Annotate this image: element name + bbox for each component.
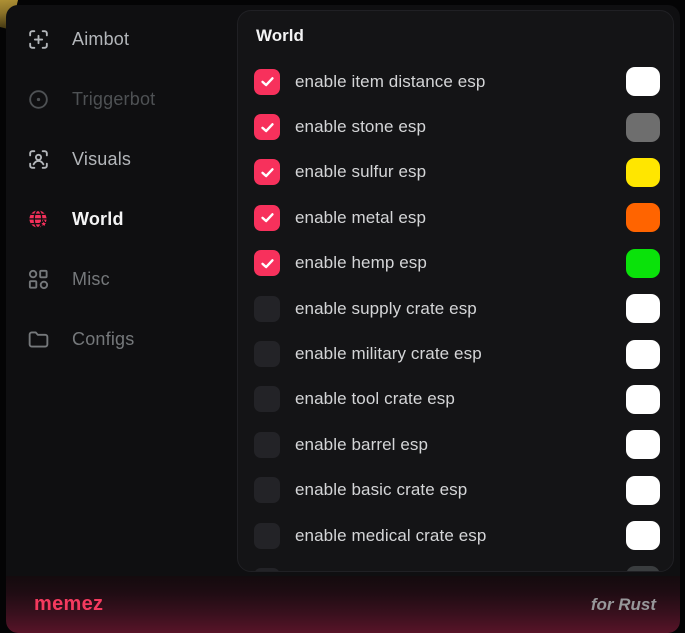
setting-checkbox[interactable]	[254, 568, 280, 572]
setting-row: enable barrel esp	[254, 422, 660, 467]
configs-icon	[25, 326, 51, 352]
misc-icon	[25, 266, 51, 292]
sidebar-item-label: Aimbot	[72, 29, 129, 50]
color-swatch[interactable]	[626, 294, 660, 323]
setting-checkbox[interactable]	[254, 432, 280, 458]
sidebar: Aimbot Triggerbot Visuals World Misc Con…	[6, 5, 237, 571]
panel-title: World	[256, 26, 660, 46]
color-swatch[interactable]	[626, 385, 660, 414]
setting-label: enable basic crate esp	[295, 480, 467, 500]
color-swatch[interactable]	[626, 430, 660, 459]
setting-label: enable tool crate esp	[295, 389, 455, 409]
sidebar-item-configs[interactable]: Configs	[6, 309, 237, 369]
world-icon	[25, 206, 51, 232]
setting-row: enable stone esp	[254, 104, 660, 149]
color-swatch[interactable]	[626, 521, 660, 550]
setting-checkbox[interactable]	[254, 159, 280, 185]
color-swatch[interactable]	[626, 158, 660, 187]
setting-checkbox[interactable]	[254, 341, 280, 367]
triggerbot-icon	[25, 86, 51, 112]
visuals-icon	[25, 146, 51, 172]
setting-row: enable hemp esp	[254, 241, 660, 286]
sidebar-item-label: Triggerbot	[72, 89, 155, 110]
setting-row: enable military crate esp	[254, 331, 660, 376]
sidebar-item-world[interactable]: World	[6, 189, 237, 249]
sidebar-item-label: Misc	[72, 269, 110, 290]
setting-label: enable supply crate esp	[295, 299, 477, 319]
setting-label: enable sulfur esp	[295, 162, 426, 182]
sidebar-item-misc[interactable]: Misc	[6, 249, 237, 309]
setting-row: enable tool crate esp	[254, 377, 660, 422]
setting-label: enable medical crate esp	[295, 526, 486, 546]
setting-label: enable barrel esp	[295, 435, 428, 455]
brand-tagline: for Rust	[591, 595, 656, 615]
settings-panel: World enable item distance esp enable st…	[237, 10, 674, 572]
setting-checkbox[interactable]	[254, 386, 280, 412]
setting-label: enable item distance esp	[295, 72, 485, 92]
setting-row: enable supply crate esp	[254, 286, 660, 331]
setting-checkbox[interactable]	[254, 296, 280, 322]
brand-name: memez	[34, 593, 103, 616]
setting-row	[254, 558, 660, 572]
setting-row: enable medical crate esp	[254, 513, 660, 558]
setting-label: enable hemp esp	[295, 253, 427, 273]
color-swatch[interactable]	[626, 249, 660, 278]
color-swatch[interactable]	[626, 113, 660, 142]
color-swatch[interactable]	[626, 476, 660, 505]
color-swatch[interactable]	[626, 203, 660, 232]
sidebar-item-aimbot[interactable]: Aimbot	[6, 9, 237, 69]
color-swatch[interactable]	[626, 340, 660, 369]
sidebar-item-visuals[interactable]: Visuals	[6, 129, 237, 189]
setting-label: enable stone esp	[295, 117, 426, 137]
sidebar-item-label: World	[72, 209, 124, 230]
cheat-menu-window: Aimbot Triggerbot Visuals World Misc Con…	[6, 5, 680, 633]
sidebar-item-label: Configs	[72, 329, 134, 350]
setting-row: enable metal esp	[254, 195, 660, 240]
color-swatch[interactable]	[626, 67, 660, 96]
setting-checkbox[interactable]	[254, 477, 280, 503]
settings-rows: enable item distance esp enable stone es…	[254, 59, 660, 572]
setting-label: enable metal esp	[295, 208, 426, 228]
setting-row: enable basic crate esp	[254, 468, 660, 513]
sidebar-item-label: Visuals	[72, 149, 131, 170]
footer-bar: memez for Rust	[6, 576, 680, 633]
setting-row: enable item distance esp	[254, 59, 660, 104]
sidebar-item-triggerbot[interactable]: Triggerbot	[6, 69, 237, 129]
setting-checkbox[interactable]	[254, 205, 280, 231]
setting-row: enable sulfur esp	[254, 150, 660, 195]
setting-checkbox[interactable]	[254, 69, 280, 95]
setting-label: enable military crate esp	[295, 344, 482, 364]
color-swatch[interactable]	[626, 566, 660, 572]
setting-checkbox[interactable]	[254, 523, 280, 549]
setting-checkbox[interactable]	[254, 250, 280, 276]
aimbot-icon	[25, 26, 51, 52]
setting-checkbox[interactable]	[254, 114, 280, 140]
